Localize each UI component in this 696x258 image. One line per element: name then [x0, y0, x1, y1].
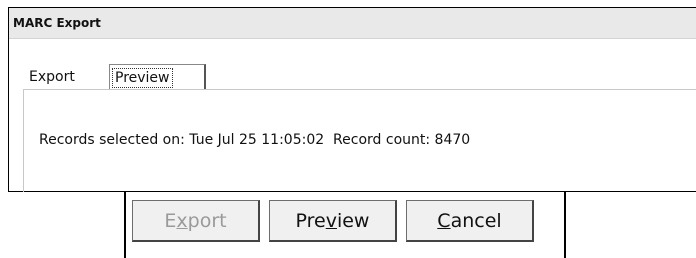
record-count-label: Record count:: [333, 132, 431, 148]
button-bar: Export Preview Cancel: [124, 192, 566, 258]
marc-export-dialog: MARC Export Export Preview Records selec…: [8, 7, 696, 192]
cancel-button[interactable]: Cancel: [406, 200, 534, 242]
record-count-value: 8470: [434, 132, 471, 148]
export-button[interactable]: Export: [132, 200, 260, 242]
tab-preview-label: Preview: [112, 68, 173, 88]
export-button-label-post: port: [187, 210, 227, 232]
title-bar: MARC Export: [9, 8, 696, 39]
preview-button-mnemonic: v: [325, 210, 337, 232]
export-button-mnemonic: x: [176, 210, 188, 232]
window-title: MARC Export: [13, 16, 101, 30]
preview-panel: Records selected on: Tue Jul 25 11:05:02…: [23, 89, 696, 192]
tab-preview[interactable]: Preview: [109, 64, 206, 90]
records-selected-label: Records selected on:: [39, 132, 185, 148]
cancel-button-label-post: ancel: [450, 210, 502, 232]
preview-button-label-pre: Pre: [295, 210, 326, 232]
record-info-line: Records selected on: Tue Jul 25 11:05:02…: [39, 132, 470, 148]
records-selected-value: Tue Jul 25 11:05:02: [189, 132, 325, 148]
tab-export[interactable]: Export: [23, 64, 109, 90]
cancel-button-mnemonic: C: [437, 210, 451, 232]
tab-export-label: Export: [29, 69, 75, 85]
preview-button[interactable]: Preview: [269, 200, 397, 242]
export-button-label-pre: E: [164, 210, 177, 232]
preview-button-label-post: iew: [336, 210, 370, 232]
